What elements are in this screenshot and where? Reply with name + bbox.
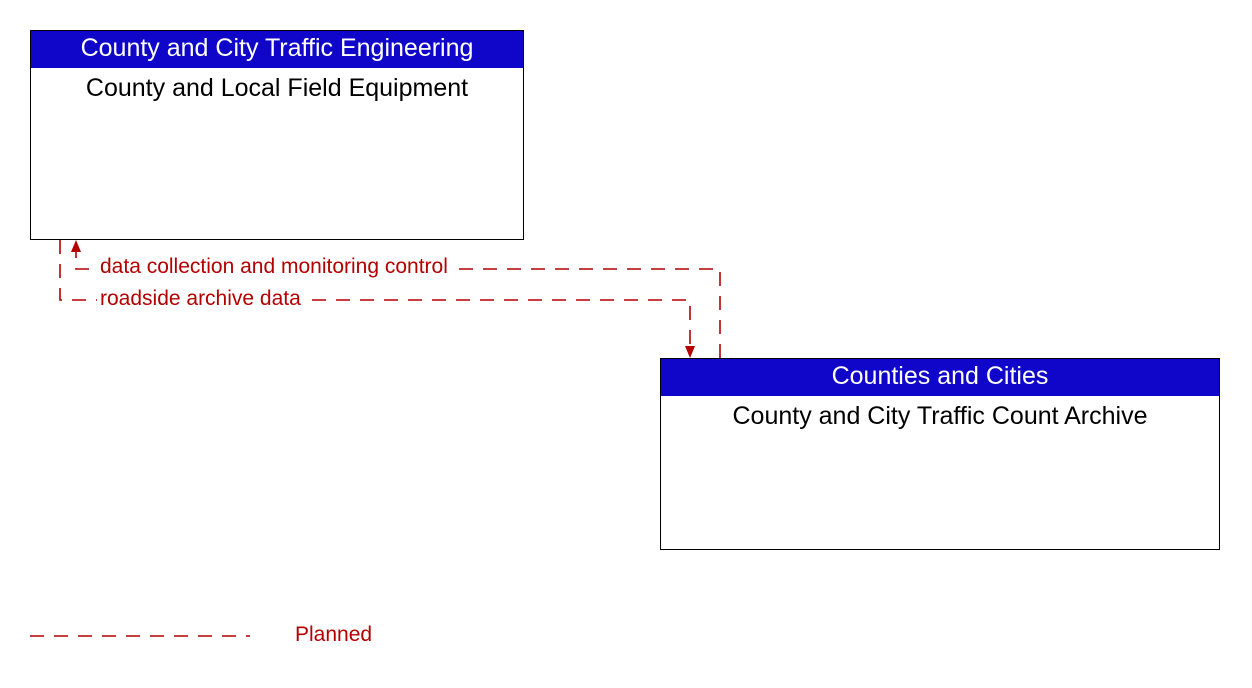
arrowhead-to-b-icon	[685, 346, 695, 358]
arrowhead-to-a-icon	[71, 240, 81, 252]
flow-label-to-a: data collection and monitoring control	[97, 255, 451, 279]
node-county-city-traffic-count-archive: Counties and Cities County and City Traf…	[660, 358, 1220, 550]
node-a-body: County and Local Field Equipment	[31, 68, 523, 103]
node-b-header: Counties and Cities	[661, 359, 1219, 396]
node-b-body: County and City Traffic Count Archive	[661, 396, 1219, 431]
legend-planned-label: Planned	[295, 623, 372, 647]
diagram-canvas: County and City Traffic Engineering Coun…	[0, 0, 1252, 688]
node-county-local-field-equipment: County and City Traffic Engineering Coun…	[30, 30, 524, 240]
flow-label-to-b: roadside archive data	[97, 287, 304, 311]
node-a-header: County and City Traffic Engineering	[31, 31, 523, 68]
